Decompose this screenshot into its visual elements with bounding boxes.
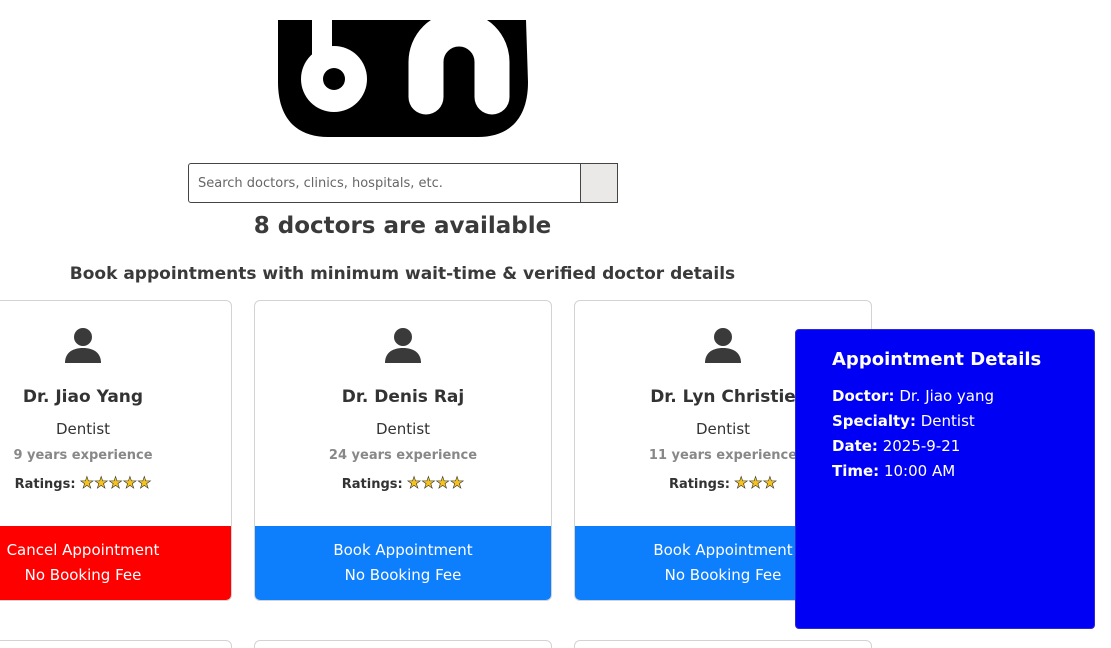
- rating-label: Ratings:: [341, 477, 403, 492]
- popup-date-label: Date:: [832, 437, 878, 455]
- popup-specialty-value: Dentist: [920, 412, 975, 430]
- doctor-experience: 24 years experience: [328, 448, 478, 463]
- doctor-name: Dr. Jiao Yang: [22, 387, 144, 407]
- page: 8 doctors are available Book appointment…: [0, 0, 1111, 648]
- search-button[interactable]: [581, 163, 618, 203]
- button-label: Cancel Appointment: [6, 541, 160, 559]
- star-icon: ★★★★: [406, 473, 465, 493]
- popup-doctor-label: Doctor:: [832, 387, 895, 405]
- stethoscope-logo-icon: [278, 10, 528, 137]
- user-avatar-icon: [65, 328, 101, 363]
- popup-time-value: 10:00 AM: [883, 462, 956, 480]
- doctor-count-heading: 8 doctors are available: [253, 213, 552, 239]
- subheading: Book appointments with minimum wait-time…: [69, 264, 736, 284]
- doctor-specialty: Dentist: [375, 420, 431, 438]
- user-avatar-icon: [705, 328, 741, 363]
- popup-date-value: 2025-9-21: [882, 437, 961, 455]
- popup-specialty-label: Specialty:: [832, 412, 916, 430]
- button-label: Book Appointment: [333, 541, 473, 559]
- popup-time-label: Time:: [832, 462, 880, 480]
- popup-doctor-row: Doctor: Dr. Jiao yang: [832, 387, 994, 405]
- user-avatar-icon: [385, 328, 421, 363]
- rating-label: Ratings:: [14, 477, 76, 492]
- doctor-rating: Ratings: ★★★★★: [0, 473, 231, 493]
- button-sublabel: No Booking Fee: [344, 566, 462, 584]
- doctor-card: [254, 640, 552, 648]
- doctor-rating: Ratings: ★★★★: [255, 473, 551, 493]
- button-sublabel: No Booking Fee: [24, 566, 142, 584]
- doctor-card: [0, 640, 232, 648]
- star-icon: ★★★: [734, 473, 778, 493]
- popup-date-row: Date: 2025-9-21: [832, 437, 960, 455]
- doctor-specialty: Dentist: [55, 420, 111, 438]
- search-bar: [188, 163, 618, 203]
- search-input[interactable]: [188, 163, 581, 203]
- popup-title: Appointment Details: [832, 349, 1042, 370]
- popup-time-row: Time: 10:00 AM: [832, 462, 955, 480]
- cancel-appointment-button[interactable]: Cancel Appointment No Booking Fee: [0, 526, 231, 600]
- doctor-name: Dr. Denis Raj: [341, 387, 465, 407]
- doctor-card: Dr. Jiao Yang Dentist 9 years experience…: [0, 300, 232, 601]
- rating-label: Ratings:: [668, 477, 730, 492]
- doctor-card: Dr. Denis Raj Dentist 24 years experienc…: [254, 300, 552, 601]
- book-appointment-button[interactable]: Book Appointment No Booking Fee: [255, 526, 551, 600]
- button-label: Book Appointment: [653, 541, 793, 559]
- popup-doctor-value: Dr. Jiao yang: [899, 387, 995, 405]
- appointment-details-popup: Appointment Details Doctor: Dr. Jiao yan…: [795, 329, 1095, 629]
- star-icon: ★★★★★: [79, 473, 152, 493]
- button-sublabel: No Booking Fee: [664, 566, 782, 584]
- doctor-card: [574, 640, 872, 648]
- popup-specialty-row: Specialty: Dentist: [832, 412, 975, 430]
- doctor-experience: 9 years experience: [13, 448, 153, 463]
